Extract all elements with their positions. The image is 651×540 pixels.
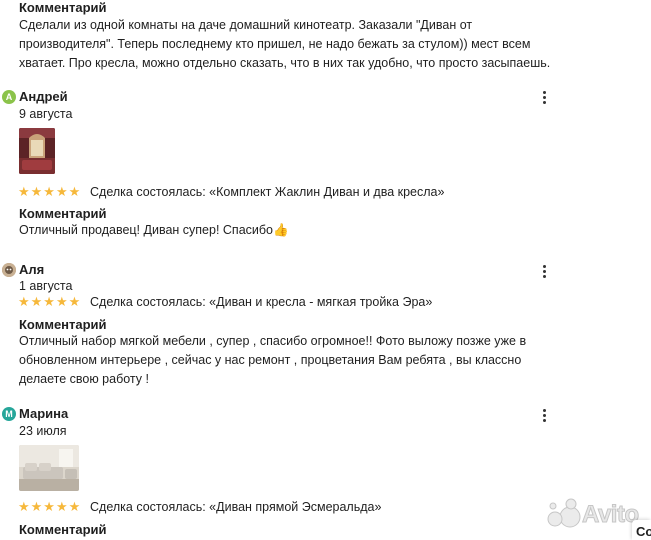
avatar[interactable]: М [2,407,16,421]
comment-text: Сделали из одной комнаты на даче домашни… [19,16,550,73]
deal-info[interactable]: Сделка состоялась: «Диван и кресла - мяг… [90,294,432,310]
review-photo[interactable] [19,445,79,491]
kebab-menu-icon[interactable] [536,264,552,280]
avito-logo-icon [547,498,581,528]
star-rating: ★★★★★ [18,499,82,514]
star-rating: ★★★★★ [18,294,82,309]
review-date: 1 августа [19,279,73,293]
reviewer-name[interactable]: Аля [19,262,44,278]
comment-heading: Комментарий [19,206,107,221]
comment-heading: Комментарий [19,317,107,332]
review-date: 9 августа [19,107,73,121]
corner-overlay[interactable]: Co [632,520,651,540]
kebab-menu-icon[interactable] [536,408,552,424]
reviewer-name[interactable]: Марина [19,406,68,422]
avatar[interactable]: А [2,90,16,104]
room-photo-icon [19,128,55,174]
comment-text: Отличный набор мягкой мебели , супер , с… [19,332,526,389]
star-rating: ★★★★★ [18,184,82,199]
reviewer-name[interactable]: Андрей [19,89,68,105]
kebab-menu-icon[interactable] [536,90,552,106]
avatar-photo-icon [2,263,16,277]
comment-heading: Комментарий [19,0,107,15]
deal-info[interactable]: Сделка состоялась: «Комплект Жаклин Дива… [90,184,444,200]
avito-wordmark: Avito [582,501,640,528]
avito-watermark: Avito [544,497,644,533]
review-photo[interactable] [19,128,55,174]
sofa-photo-icon [19,445,79,491]
comment-line: производителя". Теперь последнему кто пр… [19,37,531,51]
review-date: 23 июля [19,424,67,438]
comment-line: обновленном интерьере , сейчас у нас рем… [19,353,522,367]
avatar[interactable] [2,263,16,277]
comment-line: хватает. Про кресла, можно отдельно сказ… [19,56,551,70]
deal-info[interactable]: Сделка состоялась: «Диван прямой Эсмерал… [90,499,381,515]
comment-text: Отличный продавец! Диван супер! Спасибо👍 [19,223,289,237]
comment-heading: Комментарий [19,522,107,537]
corner-text: Co [636,524,651,539]
comment-line: делаете свою работу ! [19,372,149,386]
comment-line: Отличный набор мягкой мебели , супер , с… [19,334,527,348]
comment-line: Сделали из одной комнаты на даче домашни… [19,18,473,32]
